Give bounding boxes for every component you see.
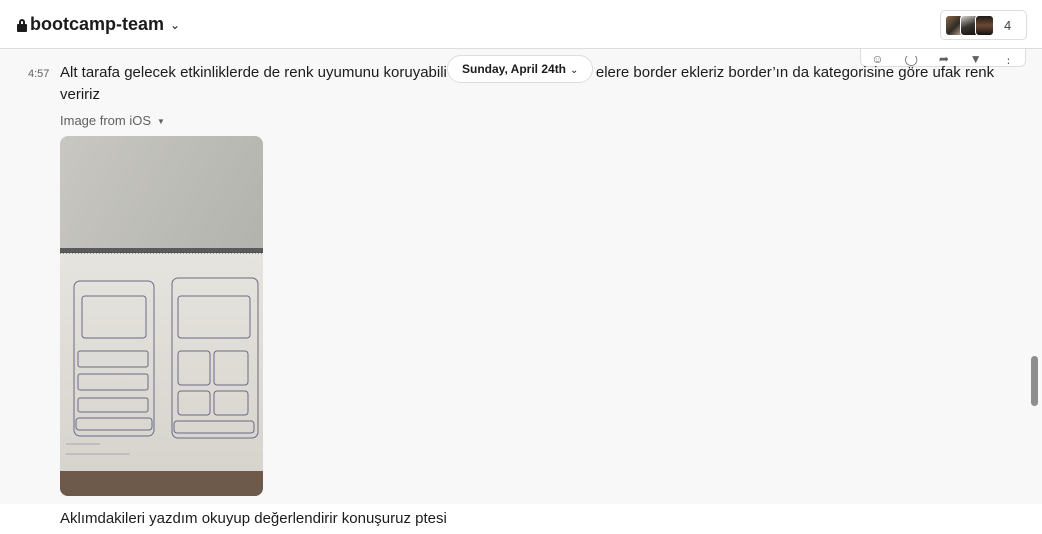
attachment-label: Image from iOS: [60, 113, 152, 128]
date-divider-button[interactable]: Sunday, April 24th ⌄: [447, 55, 594, 83]
date-divider-label: Sunday, April 24th: [462, 62, 567, 76]
members-button[interactable]: 4: [940, 10, 1027, 40]
caret-down-icon: ▼: [157, 117, 165, 127]
scrollbar-thumb[interactable]: [1031, 356, 1038, 406]
image-attachment[interactable]: [60, 136, 263, 496]
chevron-down-icon: ⌄: [170, 17, 181, 32]
sketch-photo: [60, 136, 263, 496]
attachment-toggle[interactable]: Image from iOS ▼: [60, 113, 165, 128]
message-timestamp[interactable]: 4:57: [28, 68, 49, 80]
channel-header: bootcamp-team ⌄ 4: [0, 0, 1042, 49]
channel-name-button[interactable]: bootcamp-team ⌄: [17, 14, 180, 35]
avatar: [975, 14, 994, 36]
lock-icon: [17, 18, 27, 32]
chevron-down-icon: ⌄: [570, 65, 579, 76]
channel-name: bootcamp-team: [30, 14, 165, 34]
member-count: 4: [1004, 17, 1012, 33]
message-text: Aklımdakileri yazdım okuyup değerlendiri…: [60, 510, 447, 527]
more-actions-icon[interactable]: ⋮: [1003, 56, 1015, 66]
